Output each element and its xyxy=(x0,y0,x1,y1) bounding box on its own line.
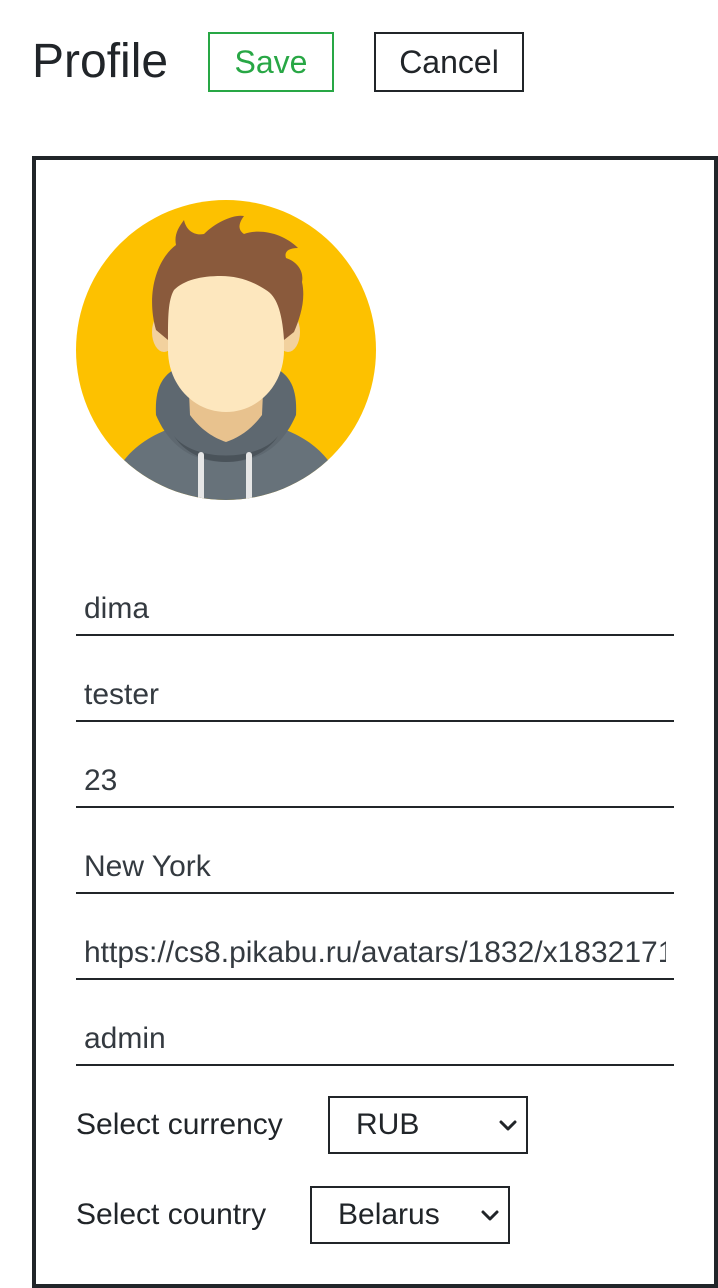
profile-card: Select currency RUB Select country Belar… xyxy=(32,156,718,1288)
currency-selected-value: RUB xyxy=(356,1108,420,1141)
country-select[interactable]: Belarus xyxy=(310,1186,510,1244)
user-avatar-icon xyxy=(76,200,376,500)
last-name-field[interactable] xyxy=(76,670,674,722)
age-field[interactable] xyxy=(76,756,674,808)
first-name-field[interactable] xyxy=(76,584,674,636)
page-title: Profile xyxy=(32,35,169,88)
currency-label: Select currency xyxy=(76,1108,283,1141)
currency-select[interactable]: RUB xyxy=(328,1096,528,1154)
city-field[interactable] xyxy=(76,842,674,894)
chevron-down-icon xyxy=(499,1120,517,1131)
cancel-button[interactable]: Cancel xyxy=(374,32,524,92)
country-label: Select country xyxy=(76,1198,267,1231)
country-selected-value: Belarus xyxy=(338,1198,440,1231)
page-header: Profile Save Cancel xyxy=(0,0,718,130)
avatar-url-field[interactable] xyxy=(76,928,674,980)
role-field[interactable] xyxy=(76,1014,674,1066)
save-button[interactable]: Save xyxy=(208,32,334,92)
chevron-down-icon xyxy=(481,1210,499,1221)
